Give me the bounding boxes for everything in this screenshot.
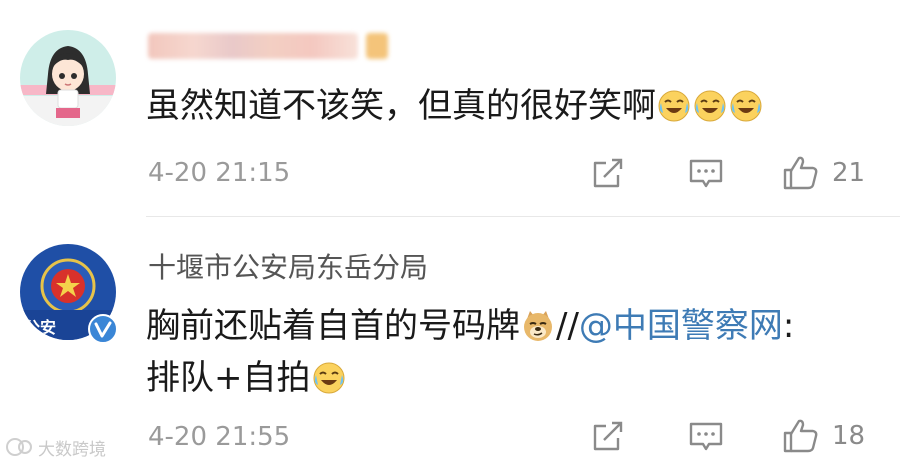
reply-button[interactable] — [686, 153, 726, 193]
laugh-cry-emoji-icon — [729, 86, 763, 122]
watermark: 大数跨境 — [4, 434, 106, 460]
avatar-badge-label: 公安 — [24, 318, 57, 337]
blurred-badge — [366, 33, 388, 59]
comment-text: 胸前还贴着自首的号码牌 //@中国警察网: 排队+自拍 — [146, 300, 870, 404]
laugh-cry-emoji-icon — [657, 86, 691, 122]
watermark-text: 大数跨境 — [38, 439, 106, 460]
username[interactable]: 十堰市公安局东岳分局 — [148, 246, 428, 286]
laugh-cry-emoji-icon — [312, 358, 346, 394]
comment-text-part: : — [782, 306, 795, 346]
mention-link[interactable]: @中国警察网 — [579, 306, 783, 346]
like-count: 21 — [832, 158, 866, 188]
thumbs-up-icon — [783, 156, 818, 190]
verified-badge-icon — [88, 314, 118, 344]
watermark-logo-icon — [6, 438, 32, 456]
comment-text: 虽然知道不该笑，但真的很好笑啊 — [146, 80, 870, 132]
comment-actions: 21 — [588, 153, 888, 193]
like-button[interactable]: 18 — [780, 416, 865, 456]
blurred-username — [148, 33, 358, 59]
comment-item: 公安 十堰市公安局东岳分局 胸前还贴着自首的号码牌//@中国警察网: 排队+自拍 … — [0, 216, 900, 464]
anime-girl-avatar-icon — [20, 30, 116, 126]
comment-text-part: 胸前还贴着自首的号码牌 — [146, 306, 520, 346]
comment-icon — [689, 159, 723, 188]
username[interactable] — [148, 28, 388, 61]
comment-text-part: 排队+自拍 — [146, 358, 311, 398]
comment-text-main: 虽然知道不该笑，但真的很好笑啊 — [146, 86, 656, 126]
like-button[interactable]: 21 — [780, 153, 865, 193]
doge-emoji-icon — [521, 306, 555, 341]
comment-timestamp: 4-20 21:55 — [148, 422, 291, 452]
repost-icon — [593, 158, 623, 188]
comment-text-part: // — [556, 306, 579, 346]
comment-actions: 18 — [588, 416, 888, 456]
comment-item: 虽然知道不该笑，但真的很好笑啊 4-20 21:15 21 — [0, 0, 900, 216]
repost-icon — [593, 421, 623, 451]
comment-timestamp: 4-20 21:15 — [148, 158, 291, 188]
like-count: 18 — [832, 421, 866, 451]
repost-button[interactable] — [588, 153, 628, 193]
comment-icon — [689, 422, 723, 451]
comment-list: 虽然知道不该笑，但真的很好笑啊 4-20 21:15 21 公安 十堰市公安局东… — [0, 0, 900, 464]
repost-button[interactable] — [588, 416, 628, 456]
laugh-cry-emoji-icon — [693, 86, 727, 122]
avatar[interactable] — [20, 30, 116, 126]
thumbs-up-icon — [783, 419, 818, 453]
reply-button[interactable] — [686, 416, 726, 456]
